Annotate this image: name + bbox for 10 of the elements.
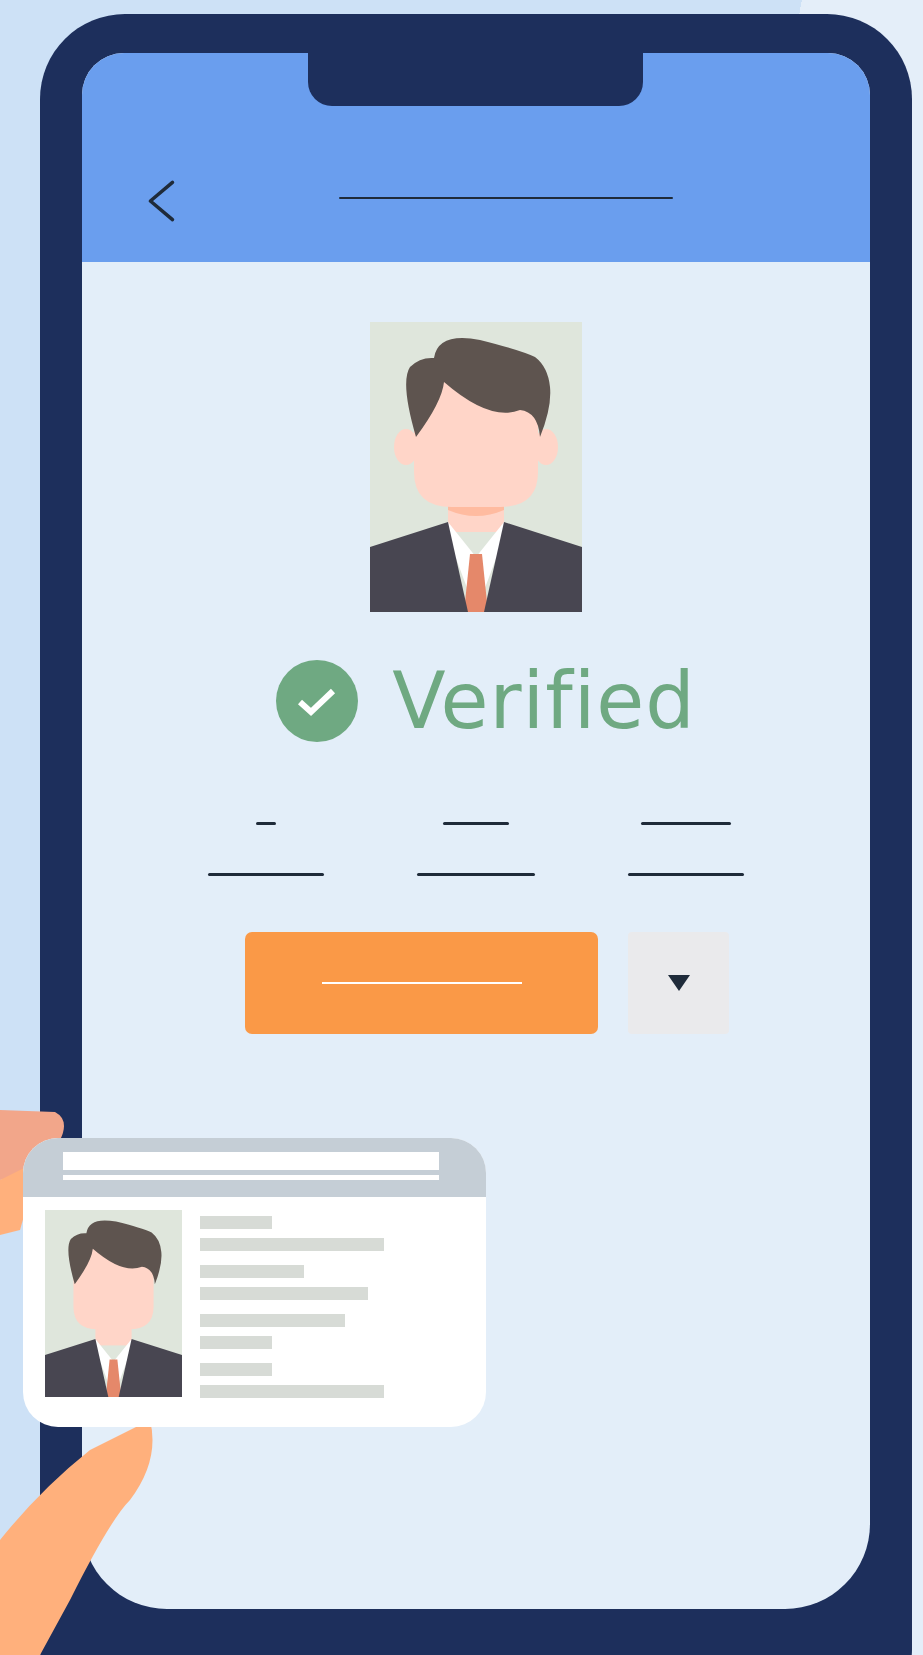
check-circle-icon xyxy=(276,660,359,742)
card-field-bar xyxy=(200,1336,272,1349)
info-line xyxy=(256,822,276,825)
card-field-bar xyxy=(200,1216,272,1229)
status-label: Verified xyxy=(392,662,696,740)
card-field-bar xyxy=(200,1363,272,1376)
primary-button[interactable] xyxy=(245,932,598,1034)
dropdown-button[interactable] xyxy=(628,932,729,1034)
caret-icon xyxy=(667,975,690,991)
info-line xyxy=(443,822,509,825)
